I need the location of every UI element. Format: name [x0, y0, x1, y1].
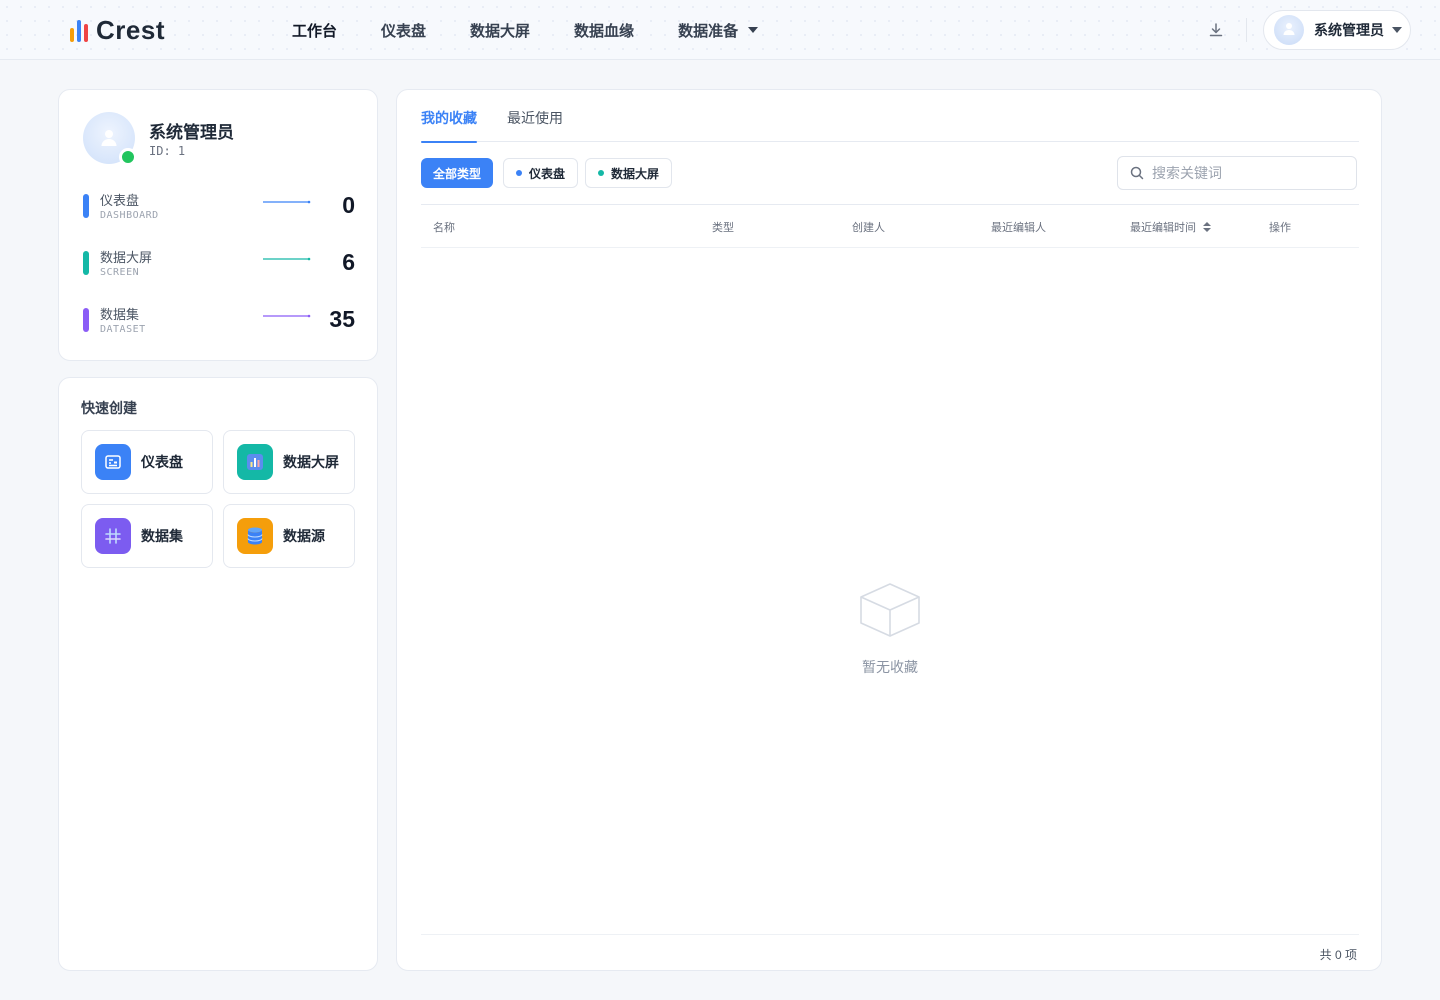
- nav-item-dashboard[interactable]: 仪表盘: [381, 20, 426, 41]
- user-icon: [1283, 23, 1295, 35]
- stat-dataset: 数据集 DATASET 35: [83, 304, 355, 344]
- quick-create-label: 数据源: [283, 528, 325, 544]
- filter-label: 全部类型: [433, 166, 482, 181]
- stat-label: 数据集: [100, 307, 140, 322]
- user-menu-button[interactable]: 系统管理员: [1263, 10, 1411, 50]
- filter-label: 数据大屏: [611, 166, 660, 181]
- chevron-down-icon: [1392, 27, 1402, 33]
- empty-state: 暂无收藏: [421, 580, 1359, 677]
- dot-icon: [598, 170, 604, 176]
- stat-value: 35: [329, 306, 355, 332]
- profile-card: 系统管理员 ID: 1 仪表盘 DASHBOARD 0 数据大屏 SCREEN …: [58, 89, 378, 361]
- total-count: 共 0 项: [1319, 948, 1357, 962]
- footer-divider: [421, 934, 1359, 935]
- column-header-last-edit-time[interactable]: 最近编辑时间: [1130, 219, 1212, 235]
- quick-create-label: 数据集: [141, 528, 183, 544]
- quick-create-label: 数据大屏: [283, 454, 339, 470]
- download-button[interactable]: [1206, 20, 1226, 40]
- stat-value: 0: [342, 192, 355, 218]
- tab-bar: 我的收藏 最近使用: [421, 90, 1359, 143]
- nav-item-lineage[interactable]: 数据血缘: [574, 20, 634, 41]
- tab-recent[interactable]: 最近使用: [507, 108, 563, 142]
- screen-chart-icon: [237, 444, 273, 480]
- dashboard-icon: [95, 444, 131, 480]
- quick-create-label: 仪表盘: [141, 454, 183, 470]
- stat-color-bar: [83, 251, 89, 275]
- filter-label: 仪表盘: [529, 166, 566, 181]
- user-name: 系统管理员: [1314, 22, 1384, 38]
- nav-item-screen[interactable]: 数据大屏: [470, 20, 530, 41]
- quick-create-title: 快速创建: [81, 400, 137, 416]
- avatar: [1274, 15, 1304, 45]
- stat-dashboard: 仪表盘 DASHBOARD 0: [83, 190, 355, 230]
- search-box: [1117, 156, 1357, 190]
- nav-item-workbench[interactable]: 工作台: [292, 20, 337, 41]
- column-header-last-editor: 最近编辑人: [991, 222, 1046, 234]
- empty-box-icon: [860, 583, 920, 637]
- filter-all-types[interactable]: 全部类型: [421, 158, 494, 188]
- search-input[interactable]: [1152, 165, 1342, 181]
- nav-item-data-prep[interactable]: 数据准备: [678, 20, 759, 41]
- dataset-grid-icon: [95, 518, 131, 554]
- stat-screen: 数据大屏 SCREEN 6: [83, 247, 355, 287]
- profile-name: 系统管理员: [149, 123, 234, 142]
- column-header-name: 名称: [433, 222, 455, 234]
- header-divider: [1246, 18, 1247, 42]
- main-nav: 工作台 仪表盘 数据大屏 数据血缘 数据准备: [292, 0, 802, 60]
- quick-create-dashboard-button[interactable]: 仪表盘: [81, 430, 213, 494]
- filter-dashboard[interactable]: 仪表盘: [503, 158, 579, 188]
- stat-label: 数据大屏: [100, 250, 153, 265]
- online-status-dot: [119, 148, 137, 166]
- sparkline-icon: [263, 314, 311, 318]
- sort-icon[interactable]: [1202, 221, 1212, 233]
- chevron-down-icon: [748, 27, 759, 33]
- sparkline-icon: [263, 257, 311, 261]
- top-header: Crest 工作台 仪表盘 数据大屏 数据血缘 数据准备 系统管理员: [0, 0, 1440, 60]
- dot-icon: [516, 170, 522, 176]
- logo-text: Crest: [96, 14, 165, 45]
- search-icon: [1130, 166, 1144, 180]
- stat-sublabel: DASHBOARD: [100, 210, 159, 221]
- sparkline-icon: [263, 200, 311, 204]
- quick-create-screen-button[interactable]: 数据大屏: [223, 430, 355, 494]
- database-icon: [237, 518, 273, 554]
- column-header-actions: 操作: [1269, 222, 1291, 234]
- tab-favorites[interactable]: 我的收藏: [421, 108, 477, 143]
- download-icon: [1209, 23, 1223, 37]
- favorites-panel: 我的收藏 最近使用 全部类型 仪表盘 数据大屏 名称 类型 创建人 最近编辑人 …: [396, 89, 1382, 971]
- user-icon: [101, 130, 117, 146]
- logo[interactable]: Crest: [70, 14, 165, 45]
- logo-bars-icon: [70, 18, 88, 42]
- column-header-creator: 创建人: [852, 222, 885, 234]
- filter-screen[interactable]: 数据大屏: [585, 158, 673, 188]
- stat-color-bar: [83, 308, 89, 332]
- quick-create-card: 快速创建 仪表盘 数据大屏 数据集 数据源: [58, 377, 378, 971]
- stat-value: 6: [342, 249, 355, 275]
- empty-text: 暂无收藏: [862, 659, 918, 675]
- stat-color-bar: [83, 194, 89, 218]
- quick-create-datasource-button[interactable]: 数据源: [223, 504, 355, 568]
- profile-id: ID: 1: [149, 144, 186, 158]
- quick-create-dataset-button[interactable]: 数据集: [81, 504, 213, 568]
- stat-label: 仪表盘: [100, 193, 140, 208]
- table-header: 名称 类型 创建人 最近编辑人 最近编辑时间 操作: [421, 204, 1359, 248]
- stat-sublabel: SCREEN: [100, 267, 140, 278]
- stat-sublabel: DATASET: [100, 324, 146, 335]
- column-header-type: 类型: [712, 222, 734, 234]
